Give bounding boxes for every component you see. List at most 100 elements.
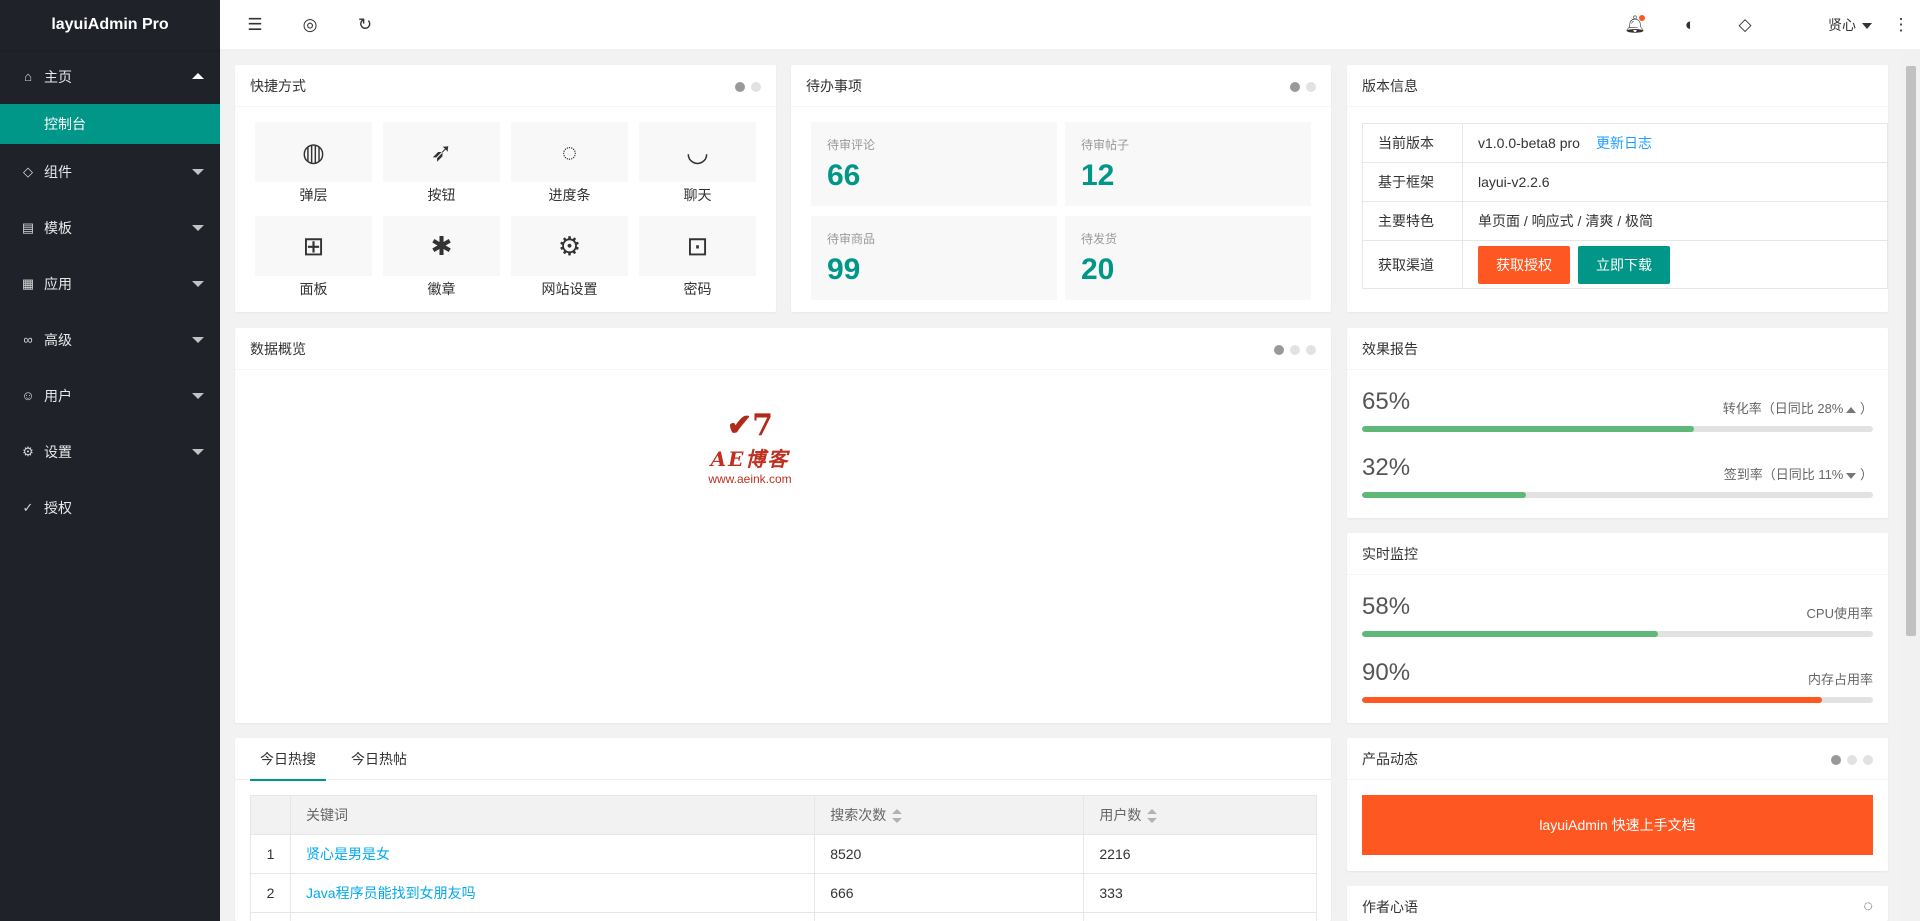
sidebar-item-label: 设置 (44, 444, 72, 460)
watermark-url: www.aeink.com (708, 472, 792, 486)
signin-progress: 32% 签到率（日同比 11% ） (1362, 454, 1873, 498)
progress-label-text: 转化率（日同比 28% (1722, 401, 1844, 416)
shortcut-label: 面板 (299, 281, 328, 297)
keyword-link[interactable]: 贤心是男是女 (306, 846, 390, 862)
sidebar-item-senior[interactable]: ∞ 高级 (0, 312, 220, 368)
notice-icon[interactable]: 🔔︎ (1615, 0, 1655, 50)
theme-icon[interactable]: ◐ (1670, 0, 1710, 50)
sidebar-item-app[interactable]: ▦ 应用 (0, 256, 220, 312)
shortcut-layer[interactable]: ◍ 弹层 (255, 122, 372, 206)
carousel-dot[interactable] (1306, 82, 1316, 92)
scrollbar-thumb[interactable] (1906, 66, 1916, 636)
progress-label: 转化率（日同比 28% ） (1722, 401, 1873, 416)
version-key: 获取渠道 (1362, 240, 1463, 289)
compass-icon: ➶ (383, 122, 500, 182)
carousel-dots[interactable] (1290, 82, 1316, 92)
help-icon[interactable]: ◌ (1863, 886, 1873, 921)
product-card: 产品动态 layuiAdmin 快速上手文档 (1347, 738, 1888, 871)
progress-value: 90% (1362, 659, 1411, 686)
carousel-dot[interactable] (1306, 345, 1316, 355)
user-count-header[interactable]: 用户数 (1083, 795, 1317, 835)
website-icon[interactable]: ◎ (290, 0, 330, 50)
palm-icon: ✱ (383, 216, 500, 276)
tab-hot-posts[interactable]: 今日热帖 (341, 738, 417, 780)
carousel-dot[interactable] (1290, 82, 1300, 92)
sort-icon[interactable] (1147, 809, 1158, 824)
carousel-dots[interactable] (1274, 345, 1316, 355)
sidebar-item-label: 高级 (44, 332, 72, 348)
shortcut-button[interactable]: ➶ 按钮 (383, 122, 500, 206)
component-icon: ◇ (23, 164, 33, 179)
page-scrollbar[interactable] (1902, 50, 1920, 921)
carousel-dot[interactable] (1863, 755, 1873, 765)
carousel-dot[interactable] (1831, 755, 1841, 765)
shortcut-badge[interactable]: ✱ 徽章 (383, 216, 500, 300)
todo-label: 待审评论 (827, 138, 876, 152)
sidebar-item-home[interactable]: ⌂ 主页 (0, 50, 220, 104)
more-icon[interactable]: ⋮ (1886, 0, 1916, 50)
todo-label: 待审帖子 (1081, 138, 1130, 152)
shortcut-label: 按钮 (427, 187, 456, 203)
shortcuts-title: 快捷方式 (250, 78, 306, 94)
user-menu[interactable]: 贤心 (1828, 0, 1872, 50)
changelog-link[interactable]: 更新日志 (1596, 135, 1652, 151)
card-title: 产品动态 (1347, 738, 1888, 780)
carousel-dot[interactable] (735, 82, 745, 92)
shortcut-panel[interactable]: ⊞ 面板 (255, 216, 372, 300)
overview-card: 数据概览 (235, 328, 1331, 723)
todo-item[interactable]: 待审帖子 12 (1065, 122, 1311, 206)
cpu-progress: 58% CPU使用率 (1362, 593, 1873, 637)
sidebar-subitem-console[interactable]: 控制台 (0, 104, 220, 144)
table-row: 主要特色 单页面 / 响应式 / 清爽 / 极简 (1362, 201, 1888, 241)
version-value: v1.0.0-beta8 pro (1478, 135, 1580, 151)
todo-value: 99 (827, 253, 861, 286)
sidebar-item-settings[interactable]: ⚙ 设置 (0, 424, 220, 480)
refresh-icon[interactable]: ↻ (345, 0, 385, 50)
shortcut-label: 聊天 (683, 187, 712, 203)
chevron-down-icon (192, 337, 204, 343)
user-count (1083, 912, 1317, 921)
watermark-title: AE博客 (710, 447, 790, 471)
quickstart-doc-button[interactable]: layuiAdmin 快速上手文档 (1362, 795, 1873, 855)
get-license-button[interactable]: 获取授权 (1478, 245, 1570, 284)
carousel-dots[interactable] (735, 82, 761, 92)
progress-bar (1362, 492, 1873, 498)
todo-item[interactable]: 待审评论 66 (811, 122, 1057, 206)
carousel-dots[interactable] (1831, 755, 1873, 765)
carousel-dot[interactable] (751, 82, 761, 92)
hot-tabs: 今日热搜 今日热帖 (235, 738, 1331, 781)
carousel-dot[interactable] (1274, 345, 1284, 355)
progress-bar (1362, 426, 1873, 432)
sidebar-item-component[interactable]: ◇ 组件 (0, 144, 220, 200)
shrink-icon[interactable]: ☰ (235, 0, 275, 50)
sidebar-item-template[interactable]: ▤ 模板 (0, 200, 220, 256)
sidebar: layuiAdmin Pro ⌂ 主页 控制台 ◇ 组件 ▤ 模板 ▦ 应用 ∞… (0, 0, 220, 921)
version-value-cell: v1.0.0-beta8 pro 更新日志 (1462, 123, 1888, 163)
gear-icon: ⚙ (511, 216, 628, 276)
search-count-header[interactable]: 搜索次数 (814, 795, 1085, 835)
version-card: 版本信息 当前版本 v1.0.0-beta8 pro 更新日志 基于框架 layui-… (1347, 65, 1888, 312)
todo-item[interactable]: 待审商品 99 (811, 216, 1057, 300)
sidebar-item-label: 应用 (44, 276, 72, 292)
carousel-dot[interactable] (1847, 755, 1857, 765)
shortcut-progress[interactable]: ◌ 进度条 (511, 122, 628, 206)
carousel-dot[interactable] (1290, 345, 1300, 355)
keyword-link[interactable]: Java程序员能找到女朋友吗 (306, 885, 476, 901)
note-icon[interactable]: ◇ (1725, 0, 1765, 50)
download-button[interactable]: 立即下载 (1578, 245, 1670, 284)
sidebar-item-user[interactable]: ☺ 用户 (0, 368, 220, 424)
table-header-row: 关键词 搜索次数 用户数 (250, 795, 1317, 835)
senior-icon: ∞ (23, 332, 33, 347)
shortcut-site-settings[interactable]: ⚙ 网站设置 (511, 216, 628, 300)
author-title: 作者心语 (1362, 899, 1418, 915)
shortcut-chat[interactable]: ◡ 聊天 (639, 122, 756, 206)
version-title: 版本信息 (1362, 78, 1418, 94)
todo-label: 待审商品 (827, 232, 876, 246)
app-logo[interactable]: layuiAdmin Pro (0, 0, 220, 50)
tab-hot-search[interactable]: 今日热搜 (250, 738, 326, 781)
sidebar-item-auth[interactable]: ✓ 授权 (0, 480, 220, 536)
sort-icon[interactable] (892, 809, 903, 824)
todo-item[interactable]: 待发货 20 (1065, 216, 1311, 300)
effect-report-card: 效果报告 65% 转化率（日同比 28% ） 32% 签到率（日同比 11% ） (1347, 328, 1888, 518)
shortcut-password[interactable]: ⊡ 密码 (639, 216, 756, 300)
